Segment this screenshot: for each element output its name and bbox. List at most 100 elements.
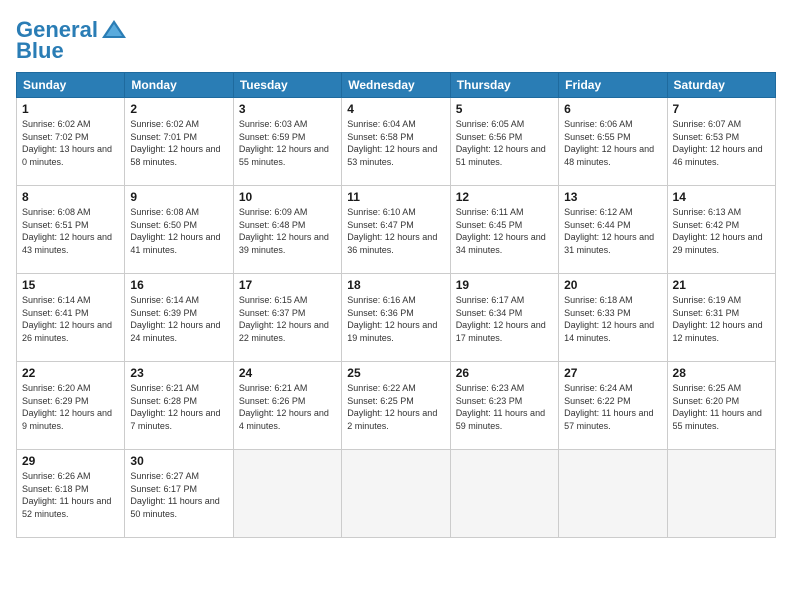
calendar-cell: 26 Sunrise: 6:23 AM Sunset: 6:23 PM Dayl…	[450, 362, 558, 450]
day-number: 27	[564, 366, 661, 380]
sunset: Sunset: 6:23 PM	[456, 396, 523, 406]
day-number: 3	[239, 102, 336, 116]
calendar-cell: 21 Sunrise: 6:19 AM Sunset: 6:31 PM Dayl…	[667, 274, 775, 362]
sunrise: Sunrise: 6:26 AM	[22, 471, 91, 481]
day-number: 15	[22, 278, 119, 292]
sunrise: Sunrise: 6:22 AM	[347, 383, 416, 393]
sunrise: Sunrise: 6:19 AM	[673, 295, 742, 305]
day-info: Sunrise: 6:22 AM Sunset: 6:25 PM Dayligh…	[347, 382, 444, 432]
calendar-cell: 18 Sunrise: 6:16 AM Sunset: 6:36 PM Dayl…	[342, 274, 450, 362]
sunrise: Sunrise: 6:21 AM	[130, 383, 199, 393]
sunrise: Sunrise: 6:15 AM	[239, 295, 308, 305]
sunrise: Sunrise: 6:21 AM	[239, 383, 308, 393]
day-number: 25	[347, 366, 444, 380]
day-info: Sunrise: 6:05 AM Sunset: 6:56 PM Dayligh…	[456, 118, 553, 168]
daylight: Daylight: 11 hours and 52 minutes.	[22, 496, 111, 519]
day-number: 19	[456, 278, 553, 292]
day-number: 30	[130, 454, 227, 468]
sunrise: Sunrise: 6:27 AM	[130, 471, 199, 481]
day-info: Sunrise: 6:02 AM Sunset: 7:02 PM Dayligh…	[22, 118, 119, 168]
calendar-week-3: 15 Sunrise: 6:14 AM Sunset: 6:41 PM Dayl…	[17, 274, 776, 362]
daylight: Daylight: 12 hours and 39 minutes.	[239, 232, 329, 255]
sunset: Sunset: 6:18 PM	[22, 484, 89, 494]
day-info: Sunrise: 6:08 AM Sunset: 6:51 PM Dayligh…	[22, 206, 119, 256]
day-number: 4	[347, 102, 444, 116]
col-header-sunday: Sunday	[17, 73, 125, 98]
sunrise: Sunrise: 6:25 AM	[673, 383, 742, 393]
day-info: Sunrise: 6:17 AM Sunset: 6:34 PM Dayligh…	[456, 294, 553, 344]
sunset: Sunset: 6:59 PM	[239, 132, 306, 142]
daylight: Daylight: 12 hours and 24 minutes.	[130, 320, 220, 343]
daylight: Daylight: 11 hours and 59 minutes.	[456, 408, 545, 431]
calendar-cell	[342, 450, 450, 538]
day-number: 2	[130, 102, 227, 116]
sunset: Sunset: 6:44 PM	[564, 220, 631, 230]
day-number: 5	[456, 102, 553, 116]
calendar-cell: 5 Sunrise: 6:05 AM Sunset: 6:56 PM Dayli…	[450, 98, 558, 186]
day-number: 28	[673, 366, 770, 380]
calendar-cell: 14 Sunrise: 6:13 AM Sunset: 6:42 PM Dayl…	[667, 186, 775, 274]
day-number: 14	[673, 190, 770, 204]
day-info: Sunrise: 6:27 AM Sunset: 6:17 PM Dayligh…	[130, 470, 227, 520]
calendar-week-1: 1 Sunrise: 6:02 AM Sunset: 7:02 PM Dayli…	[17, 98, 776, 186]
calendar-cell: 8 Sunrise: 6:08 AM Sunset: 6:51 PM Dayli…	[17, 186, 125, 274]
calendar-cell: 22 Sunrise: 6:20 AM Sunset: 6:29 PM Dayl…	[17, 362, 125, 450]
daylight: Daylight: 12 hours and 48 minutes.	[564, 144, 654, 167]
calendar-cell: 20 Sunrise: 6:18 AM Sunset: 6:33 PM Dayl…	[559, 274, 667, 362]
daylight: Daylight: 11 hours and 57 minutes.	[564, 408, 653, 431]
calendar-week-2: 8 Sunrise: 6:08 AM Sunset: 6:51 PM Dayli…	[17, 186, 776, 274]
calendar-cell: 15 Sunrise: 6:14 AM Sunset: 6:41 PM Dayl…	[17, 274, 125, 362]
sunset: Sunset: 6:17 PM	[130, 484, 197, 494]
sunset: Sunset: 6:50 PM	[130, 220, 197, 230]
sunrise: Sunrise: 6:12 AM	[564, 207, 633, 217]
day-info: Sunrise: 6:09 AM Sunset: 6:48 PM Dayligh…	[239, 206, 336, 256]
daylight: Daylight: 12 hours and 58 minutes.	[130, 144, 220, 167]
daylight: Daylight: 12 hours and 26 minutes.	[22, 320, 112, 343]
calendar-cell: 7 Sunrise: 6:07 AM Sunset: 6:53 PM Dayli…	[667, 98, 775, 186]
daylight: Daylight: 12 hours and 7 minutes.	[130, 408, 220, 431]
sunrise: Sunrise: 6:02 AM	[130, 119, 199, 129]
page: General Blue SundayMondayTuesdayWednesda…	[0, 0, 792, 612]
sunrise: Sunrise: 6:04 AM	[347, 119, 416, 129]
sunset: Sunset: 6:55 PM	[564, 132, 631, 142]
day-info: Sunrise: 6:24 AM Sunset: 6:22 PM Dayligh…	[564, 382, 661, 432]
day-number: 8	[22, 190, 119, 204]
daylight: Daylight: 11 hours and 50 minutes.	[130, 496, 219, 519]
day-info: Sunrise: 6:19 AM Sunset: 6:31 PM Dayligh…	[673, 294, 770, 344]
day-number: 6	[564, 102, 661, 116]
day-number: 17	[239, 278, 336, 292]
day-info: Sunrise: 6:11 AM Sunset: 6:45 PM Dayligh…	[456, 206, 553, 256]
calendar-cell	[233, 450, 341, 538]
calendar-cell: 29 Sunrise: 6:26 AM Sunset: 6:18 PM Dayl…	[17, 450, 125, 538]
calendar-cell: 13 Sunrise: 6:12 AM Sunset: 6:44 PM Dayl…	[559, 186, 667, 274]
day-info: Sunrise: 6:07 AM Sunset: 6:53 PM Dayligh…	[673, 118, 770, 168]
col-header-friday: Friday	[559, 73, 667, 98]
sunrise: Sunrise: 6:20 AM	[22, 383, 91, 393]
daylight: Daylight: 12 hours and 9 minutes.	[22, 408, 112, 431]
sunrise: Sunrise: 6:08 AM	[130, 207, 199, 217]
sunset: Sunset: 6:33 PM	[564, 308, 631, 318]
col-header-wednesday: Wednesday	[342, 73, 450, 98]
day-info: Sunrise: 6:13 AM Sunset: 6:42 PM Dayligh…	[673, 206, 770, 256]
day-info: Sunrise: 6:21 AM Sunset: 6:26 PM Dayligh…	[239, 382, 336, 432]
day-number: 20	[564, 278, 661, 292]
sunset: Sunset: 6:25 PM	[347, 396, 414, 406]
sunset: Sunset: 6:48 PM	[239, 220, 306, 230]
day-info: Sunrise: 6:02 AM Sunset: 7:01 PM Dayligh…	[130, 118, 227, 168]
day-info: Sunrise: 6:18 AM Sunset: 6:33 PM Dayligh…	[564, 294, 661, 344]
day-number: 24	[239, 366, 336, 380]
day-info: Sunrise: 6:03 AM Sunset: 6:59 PM Dayligh…	[239, 118, 336, 168]
daylight: Daylight: 12 hours and 36 minutes.	[347, 232, 437, 255]
sunrise: Sunrise: 6:23 AM	[456, 383, 525, 393]
calendar-week-4: 22 Sunrise: 6:20 AM Sunset: 6:29 PM Dayl…	[17, 362, 776, 450]
day-number: 10	[239, 190, 336, 204]
sunset: Sunset: 6:42 PM	[673, 220, 740, 230]
sunrise: Sunrise: 6:08 AM	[22, 207, 91, 217]
day-info: Sunrise: 6:25 AM Sunset: 6:20 PM Dayligh…	[673, 382, 770, 432]
calendar-cell: 4 Sunrise: 6:04 AM Sunset: 6:58 PM Dayli…	[342, 98, 450, 186]
sunset: Sunset: 6:53 PM	[673, 132, 740, 142]
sunset: Sunset: 6:31 PM	[673, 308, 740, 318]
daylight: Daylight: 12 hours and 43 minutes.	[22, 232, 112, 255]
day-number: 29	[22, 454, 119, 468]
sunrise: Sunrise: 6:03 AM	[239, 119, 308, 129]
